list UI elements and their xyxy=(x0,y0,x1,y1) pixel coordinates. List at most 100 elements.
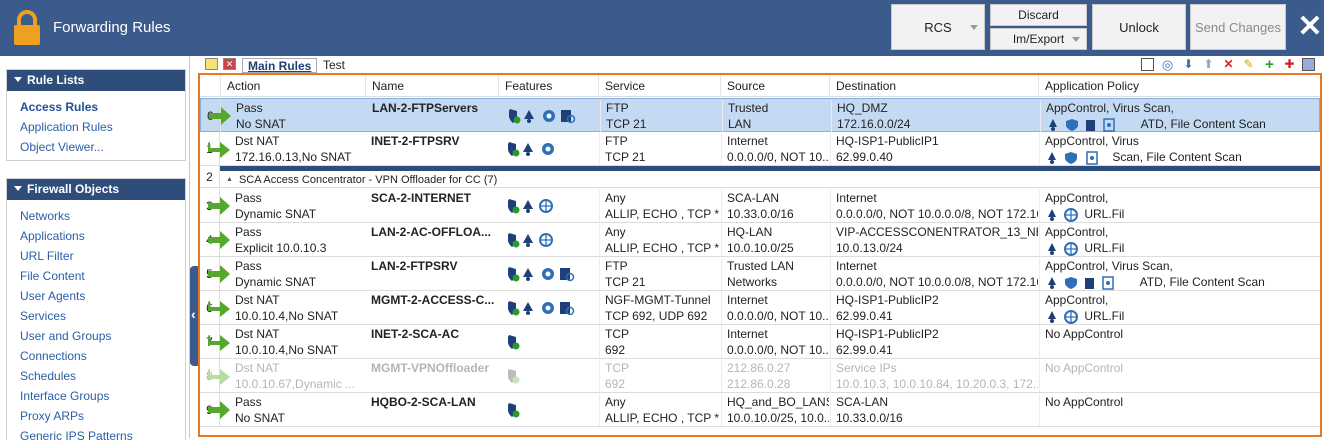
im-export-button[interactable]: Im/Export xyxy=(990,28,1087,50)
delete-tab-icon[interactable]: ✕ xyxy=(223,58,236,70)
name-cell: LAN-2-FTPServers xyxy=(372,101,479,115)
features-icons xyxy=(507,108,583,124)
chevron-down-icon[interactable] xyxy=(1072,37,1080,42)
unlock-label: Unlock xyxy=(1119,19,1159,35)
rule-row-3[interactable]: 3PassDynamic SNATSCA-2-INTERNETAnyALLIP,… xyxy=(200,189,1320,223)
sidebar: Rule Lists Access Rules Application Rule… xyxy=(0,56,190,443)
pass-arrow-icon xyxy=(208,231,230,249)
rule-row-8[interactable]: 8Dst NAT10.0.10.67,Dynamic ...MGMT-VPNOf… xyxy=(200,359,1320,393)
name-cell: MGMT-VPNOffloader xyxy=(371,361,490,375)
app-policy-cell: AppControl, URL.Fil xyxy=(1039,190,1320,222)
app-policy-cell: AppControl, Virus Scan, ATD, File Conten… xyxy=(1040,100,1320,132)
rule-row-9[interactable]: 9PassNo SNATHQBO-2-SCA-LANAnyALLIP, ECHO… xyxy=(200,393,1320,427)
feature-icons xyxy=(509,109,576,124)
sidebar-item-application-rules[interactable]: Application Rules xyxy=(7,117,185,137)
move-up-icon[interactable]: ⬆ xyxy=(1202,58,1215,71)
col-action[interactable]: Action xyxy=(220,75,365,97)
name-cell: INET-2-SCA-AC xyxy=(371,327,460,341)
rule-row-4[interactable]: 4PassExplicit 10.0.10.3LAN-2-AC-OFFLOA..… xyxy=(200,223,1320,257)
col-service[interactable]: Service xyxy=(598,75,720,97)
destination-cell: SCA-LAN 10.33.0.0/16 xyxy=(830,394,1038,426)
app-policy-icons xyxy=(1049,118,1115,132)
col-name[interactable]: Name xyxy=(365,75,498,97)
sidebar-item-services[interactable]: Services xyxy=(7,306,185,326)
list-view-icon[interactable] xyxy=(1141,58,1154,71)
sidebar-item-url-filter[interactable]: URL Filter xyxy=(7,246,185,266)
destination-cell: VIP-ACCESSCONENTRATOR_13_NET 10.0.13.0/24 xyxy=(830,224,1038,256)
source-cell: SCA-LAN 10.33.0.0/16 xyxy=(721,190,829,222)
firewall-objects-header[interactable]: Firewall Objects xyxy=(7,179,185,200)
action-cell: Dst NAT 172.16.0.13,No SNAT xyxy=(235,134,352,164)
service-cell: NGF-MGMT-Tunnel TCP 692, UDP 692 xyxy=(599,292,720,324)
rule-lists-panel: Rule Lists Access Rules Application Rule… xyxy=(6,69,186,161)
source-cell: Trusted LAN Networks xyxy=(721,258,829,290)
col-source[interactable]: Source xyxy=(720,75,829,97)
link-icon[interactable]: ◎ xyxy=(1161,58,1174,71)
feature-icons xyxy=(508,301,575,316)
col-features[interactable]: Features xyxy=(498,75,598,97)
rule-lists-header[interactable]: Rule Lists xyxy=(7,70,185,91)
grid-header: Action Name Features Service Source Dest… xyxy=(200,75,1320,97)
sidebar-item-object-viewer[interactable]: Object Viewer... xyxy=(7,137,185,157)
tab-test[interactable]: Test xyxy=(318,58,350,73)
features-icons xyxy=(506,368,582,384)
destination-cell: HQ-ISP1-PublicIP1 62.99.0.40 xyxy=(830,133,1038,165)
add-rule-icon[interactable]: + xyxy=(1263,57,1276,72)
dst-nat-arrow-icon xyxy=(208,142,230,158)
sidebar-item-access-rules[interactable]: Access Rules xyxy=(7,97,185,117)
edit-rule-icon[interactable]: ✎ xyxy=(1242,58,1255,71)
rule-row-0[interactable]: 0 PassNo SNAT LAN-2-FTPServers FTPTCP 21… xyxy=(200,98,1320,133)
sidebar-item-user-and-groups[interactable]: User and Groups xyxy=(7,326,185,346)
pass-arrow-icon xyxy=(208,197,230,215)
move-down-icon[interactable]: ⬇ xyxy=(1182,58,1195,71)
rule-group-header[interactable]: 2 SCA Access Concentrator - VPN Offloade… xyxy=(200,166,1320,188)
features-icons xyxy=(506,141,582,157)
feature-icons xyxy=(508,335,520,350)
features-icons xyxy=(506,300,582,316)
feature-icons xyxy=(508,199,553,214)
app-policy-cell: No AppControl xyxy=(1039,360,1320,392)
tab-main-rules[interactable]: Main Rules xyxy=(242,58,318,73)
sidebar-item-connections[interactable]: Connections xyxy=(7,346,185,366)
rule-row-5[interactable]: 5PassDynamic SNATLAN-2-FTPSRVFTPTCP 21Tr… xyxy=(200,257,1320,291)
chevron-down-icon[interactable] xyxy=(970,25,978,30)
rules-grid: Action Name Features Service Source Dest… xyxy=(198,73,1322,437)
grid-settings-icon[interactable] xyxy=(1302,58,1315,71)
close-icon[interactable]: ✕ xyxy=(1297,12,1323,42)
rule-row-1[interactable]: 1 Dst NAT172.16.0.13,No SNAT INET-2-FTPS… xyxy=(200,132,1320,166)
col-destination[interactable]: Destination xyxy=(829,75,1038,97)
delete-rule-icon[interactable]: ✕ xyxy=(1222,58,1235,71)
destination-cell: Service IPs 10.0.10.3, 10.0.10.84, 10.20.… xyxy=(830,360,1038,392)
sidebar-item-networks[interactable]: Networks xyxy=(7,206,185,226)
sidebar-item-generic-ips-patterns[interactable]: Generic IPS Patterns xyxy=(7,426,185,446)
sidebar-item-applications[interactable]: Applications xyxy=(7,226,185,246)
action-cell: Dst NAT 10.0.10.4,No SNAT xyxy=(235,293,339,323)
rcs-button[interactable]: RCS xyxy=(891,4,985,50)
rule-tabs: ✕ Main Rules Test xyxy=(200,56,1324,73)
sidebar-item-file-content[interactable]: File Content xyxy=(7,266,185,286)
sidebar-item-interface-groups[interactable]: Interface Groups xyxy=(7,386,185,406)
action-cell: Pass Explicit 10.0.10.3 xyxy=(235,225,327,255)
sidebar-item-proxy-arps[interactable]: Proxy ARPs xyxy=(7,406,185,426)
add-object-icon[interactable]: ✚ xyxy=(1283,58,1296,71)
features-icons xyxy=(506,232,582,248)
unlock-button[interactable]: Unlock xyxy=(1092,4,1186,50)
source-cell: Internet 0.0.0.0/0, NOT 10.... xyxy=(721,292,829,324)
source-cell: 212.86.0.27 212.86.0.28 xyxy=(721,360,829,392)
rcs-label: RCS xyxy=(924,19,952,35)
send-changes-button[interactable]: Send Changes xyxy=(1190,4,1286,50)
name-cell: HQBO-2-SCA-LAN xyxy=(371,395,476,409)
col-application-policy[interactable]: Application Policy xyxy=(1038,75,1320,97)
discard-button[interactable]: Discard xyxy=(990,4,1087,26)
rule-row-6[interactable]: 6Dst NAT10.0.10.4,No SNATMGMT-2-ACCESS-C… xyxy=(200,291,1320,325)
new-tab-icon[interactable] xyxy=(205,58,218,70)
feature-icons xyxy=(508,142,554,157)
window-title: Forwarding Rules xyxy=(53,19,171,36)
name-cell: MGMT-2-ACCESS-C... xyxy=(371,293,495,307)
rule-row-7[interactable]: 7Dst NAT10.0.10.4,No SNATINET-2-SCA-ACTC… xyxy=(200,325,1320,359)
sidebar-item-user-agents[interactable]: User Agents xyxy=(7,286,185,306)
features-icons xyxy=(506,198,582,214)
group-label: SCA Access Concentrator - VPN Offloader … xyxy=(226,174,497,188)
sidebar-item-schedules[interactable]: Schedules xyxy=(7,366,185,386)
feature-icons xyxy=(508,267,575,282)
